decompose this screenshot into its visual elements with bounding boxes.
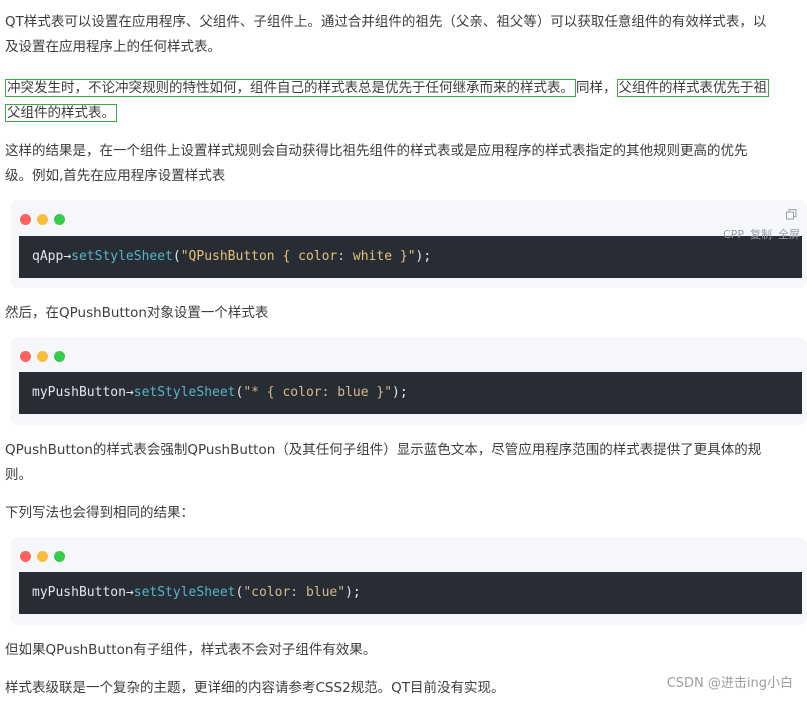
- highlight-annotation: 冲突发生时，不论冲突规则的特性如何，组件自己的样式表总是优先于任何继承而来的样式…: [5, 79, 576, 97]
- code-block: myPushButton→setStyleSheet("* { color: b…: [10, 337, 807, 425]
- code-object: qApp: [32, 249, 64, 264]
- fullscreen-button[interactable]: 全屏: [778, 228, 800, 241]
- code-method: setStyleSheet: [133, 385, 236, 400]
- paragraph-text: 级。例如,首先在应用程序设置样式表: [5, 168, 226, 184]
- code-toolbar: CPP 复制 全屏: [717, 228, 800, 242]
- paragraph-text: QPushButton的样式表会强制QPushButton（及其任何子组件）显示…: [5, 442, 762, 458]
- code-string: "color: blue": [243, 585, 346, 600]
- code-line: myPushButton→setStyleSheet("* { color: b…: [19, 372, 802, 414]
- code-line: qApp→setStyleSheet("QPushButton { color:…: [19, 228, 802, 278]
- window-dots: [20, 547, 71, 562]
- paragraph-text: QT样式表可以设置在应用程序、父组件、子组件上。通过合并组件的祖先（父亲、祖父等…: [5, 14, 767, 30]
- paragraph-text: 然后，在QPushButton对象设置一个样式表: [5, 305, 269, 321]
- paragraph-text: 样式表级联是一个复杂的主题，更详细的内容请参考CSS2规范。QT目前没有实现。: [5, 680, 505, 696]
- paragraph-text: 则。: [5, 467, 32, 483]
- code-paren: (: [172, 249, 181, 264]
- green-dot-icon: [54, 214, 65, 225]
- paragraph-text: 这样的结果是，在一个组件上设置样式规则会自动获得比祖先组件的样式表或是应用程序的…: [5, 143, 748, 159]
- csdn-watermark: CSDN @进击ing小白: [666, 676, 793, 691]
- red-dot-icon: [20, 214, 31, 225]
- paragraph-3: 这样的结果是，在一个组件上设置样式规则会自动获得比祖先组件的样式表或是应用程序的…: [5, 139, 805, 189]
- paragraph-7: 但如果QPushButton有子组件，样式表不会对子组件有效果。: [5, 638, 805, 663]
- yellow-dot-icon: [37, 551, 48, 562]
- code-object: myPushButton: [32, 385, 126, 400]
- copy-icon[interactable]: [786, 209, 797, 220]
- code-arrow: →: [125, 585, 134, 600]
- code-method: setStyleSheet: [133, 585, 236, 600]
- code-string: "QPushButton { color: white }": [180, 249, 416, 264]
- code-block: myPushButton→setStyleSheet("color: blue"…: [10, 537, 807, 625]
- paragraph-6: 下列写法也会得到相同的结果：: [5, 501, 805, 526]
- code-line: myPushButton→setStyleSheet("color: blue"…: [19, 572, 802, 614]
- paragraph-2: 冲突发生时，不论冲突规则的特性如何，组件自己的样式表总是优先于任何继承而来的样式…: [5, 76, 805, 126]
- paragraph-text: 同样，: [576, 80, 617, 96]
- paragraph-text: 父组件的样式表。: [7, 105, 115, 121]
- code-paren: );: [345, 585, 361, 600]
- code-object: myPushButton: [32, 585, 126, 600]
- code-method: setStyleSheet: [71, 249, 173, 264]
- paragraph-text: 冲突发生时，不论冲突规则的特性如何，组件自己的样式表总是优先于任何继承而来的样式…: [7, 80, 574, 96]
- paragraph-text: 但如果QPushButton有子组件，样式表不会对子组件有效果。: [5, 642, 377, 658]
- green-dot-icon: [54, 351, 65, 362]
- yellow-dot-icon: [37, 214, 48, 225]
- code-paren: );: [392, 385, 408, 400]
- highlight-annotation: 父组件的样式表优先于祖: [616, 79, 769, 97]
- green-dot-icon: [54, 551, 65, 562]
- window-dots: [20, 210, 71, 225]
- paragraph-1: QT样式表可以设置在应用程序、父组件、子组件上。通过合并组件的祖先（父亲、祖父等…: [5, 10, 805, 60]
- paragraph-text: 下列写法也会得到相同的结果：: [5, 505, 194, 521]
- code-arrow: →: [63, 249, 72, 264]
- code-string: "* { color: blue }": [243, 385, 393, 400]
- copy-button[interactable]: 复制: [750, 228, 772, 241]
- code-paren: );: [415, 249, 432, 264]
- paragraph-text: 及设置在应用程序上的任何样式表。: [5, 39, 221, 55]
- red-dot-icon: [20, 351, 31, 362]
- highlight-annotation: 父组件的样式表。: [5, 104, 117, 122]
- yellow-dot-icon: [37, 351, 48, 362]
- code-lang-label: CPP: [723, 228, 744, 241]
- code-arrow: →: [125, 385, 134, 400]
- window-dots: [20, 347, 71, 362]
- paragraph-4: 然后，在QPushButton对象设置一个样式表: [5, 301, 805, 326]
- code-block: qApp→setStyleSheet("QPushButton { color:…: [10, 200, 807, 288]
- paragraph-5: QPushButton的样式表会强制QPushButton（及其任何子组件）显示…: [5, 438, 805, 488]
- paragraph-text: 父组件的样式表优先于祖: [618, 80, 768, 96]
- red-dot-icon: [20, 551, 31, 562]
